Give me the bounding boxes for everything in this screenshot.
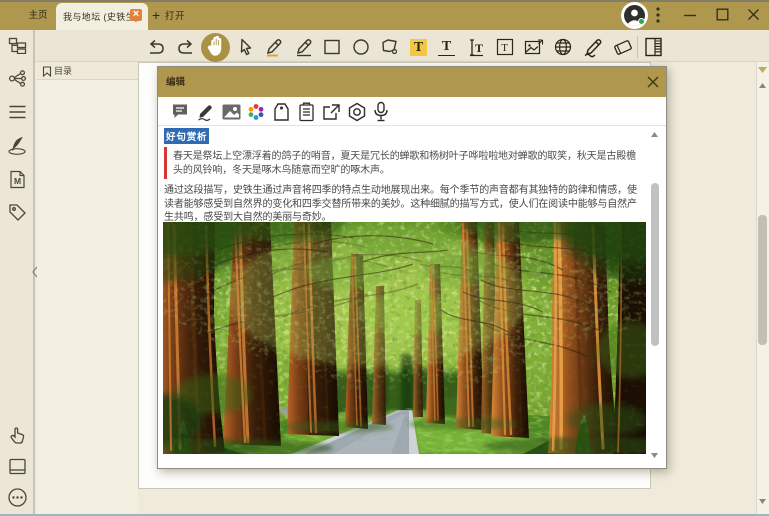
svg-text:T: T <box>501 42 508 54</box>
svg-text:T: T <box>475 41 483 55</box>
svg-text:M: M <box>14 176 21 186</box>
